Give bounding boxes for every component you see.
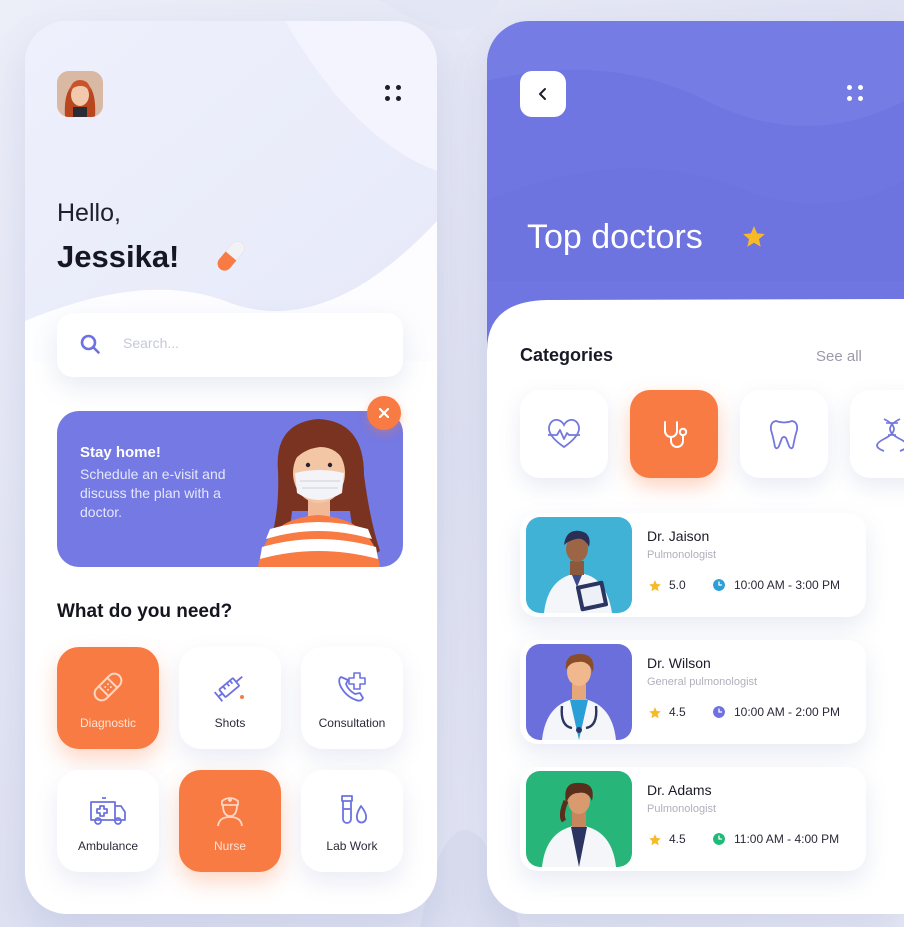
tooth-icon <box>769 420 799 450</box>
search-bar[interactable]: Search... <box>57 313 403 377</box>
service-label: Lab Work <box>326 839 378 853</box>
doctor-name: Dr. Wilson <box>647 655 711 671</box>
avatar[interactable] <box>57 71 103 117</box>
bandage-icon <box>93 672 123 702</box>
doctor-name: Dr. Adams <box>647 782 712 798</box>
service-label: Diagnostic <box>79 716 137 730</box>
doctor-hours: 10:00 AM - 2:00 PM <box>734 705 841 719</box>
categories-title: Categories <box>520 345 614 365</box>
doctor-rating: 4.5 <box>669 832 686 846</box>
avatar-image <box>57 71 103 117</box>
page-title: Top doctors <box>527 218 703 256</box>
nurse-icon <box>217 797 243 827</box>
doctor-card[interactable]: Dr. Adams Pulmonologist 4.5 11:00 AM - 4… <box>520 767 866 871</box>
ambulance-icon <box>90 797 126 825</box>
top-doctors-screen: Top doctors Categories See all Dr. Jaiso… <box>487 21 904 914</box>
doctor-photo <box>526 644 632 740</box>
star-icon <box>743 226 765 247</box>
banner-close-button[interactable] <box>367 396 401 430</box>
category-dentistry[interactable] <box>740 390 828 478</box>
doctor-photo <box>526 771 632 867</box>
service-nurse[interactable]: Nurse <box>179 770 281 872</box>
section-title: What do you need? <box>57 601 233 622</box>
close-icon <box>378 407 390 419</box>
greeting-text: Hello, <box>57 199 121 227</box>
star-icon <box>649 834 661 846</box>
clock-icon <box>713 579 725 591</box>
category-pulmonology[interactable] <box>630 390 718 478</box>
service-diagnostic[interactable]: Diagnostic <box>57 647 159 749</box>
service-label: Shots <box>214 716 246 730</box>
dna-icon <box>876 418 904 452</box>
doctor-specialty: Pulmonologist <box>647 803 717 815</box>
star-icon <box>649 580 661 592</box>
service-consultation[interactable]: Consultation <box>301 647 403 749</box>
clock-icon <box>713 706 725 718</box>
doctor-photo <box>526 517 632 613</box>
test-tube-icon <box>341 795 368 824</box>
service-label: Ambulance <box>77 839 139 853</box>
see-all-link[interactable]: See all <box>816 348 862 365</box>
menu-grid-icon[interactable] <box>382 82 404 104</box>
pill-icon <box>217 241 245 271</box>
search-input[interactable]: Search... <box>123 335 179 351</box>
phone-plus-icon <box>338 672 366 702</box>
user-name: Jessika! <box>57 239 180 274</box>
service-ambulance[interactable]: Ambulance <box>57 770 159 872</box>
doctor-name: Dr. Jaison <box>647 528 710 544</box>
category-cardiology[interactable] <box>520 390 608 478</box>
banner-title: Stay home! <box>80 444 161 461</box>
chevron-left-icon <box>539 88 546 100</box>
service-lab-work[interactable]: Lab Work <box>301 770 403 872</box>
search-icon <box>80 334 100 354</box>
service-label: Consultation <box>318 716 386 730</box>
back-button[interactable] <box>520 71 566 117</box>
doctor-rating: 4.5 <box>669 705 686 719</box>
stethoscope-icon <box>664 421 688 448</box>
doctor-rating: 5.0 <box>669 578 686 592</box>
doctor-specialty: Pulmonologist <box>647 549 717 561</box>
doctor-card[interactable]: Dr. Wilson General pulmonologist 4.5 10:… <box>520 640 866 744</box>
doctor-card[interactable]: Dr. Jaison Pulmonologist 5.0 10:00 AM - … <box>520 513 866 617</box>
masked-woman-illustration <box>258 419 380 567</box>
stay-home-banner[interactable]: Stay home! Schedule an e-visit and discu… <box>57 411 403 567</box>
syringe-icon <box>213 676 244 702</box>
heart-pulse-icon <box>548 418 580 449</box>
category-genetics[interactable] <box>850 390 904 478</box>
service-label: Nurse <box>213 839 246 853</box>
clock-icon <box>713 833 725 845</box>
home-screen: Hello, Jessika! Search... Stay home! Sch… <box>25 21 437 914</box>
doctor-hours: 10:00 AM - 3:00 PM <box>734 578 841 592</box>
service-shots[interactable]: Shots <box>179 647 281 749</box>
star-icon <box>649 707 661 719</box>
menu-grid-icon[interactable] <box>844 82 866 104</box>
doctor-specialty: General pulmonologist <box>647 676 758 688</box>
doctor-hours: 11:00 AM - 4:00 PM <box>734 832 840 846</box>
banner-body: Schedule an e-visit and discuss the plan… <box>80 466 226 520</box>
